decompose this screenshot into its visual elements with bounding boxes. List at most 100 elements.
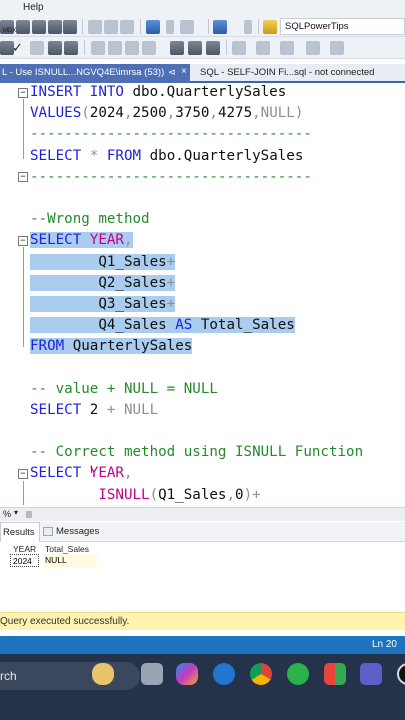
code-line: SELECT 2 + NULL	[30, 400, 363, 421]
windows-taskbar: rch	[0, 654, 405, 720]
solution-icon[interactable]	[213, 20, 227, 34]
redo-icon[interactable]	[180, 20, 194, 34]
text-cursor-icon: I	[90, 464, 94, 476]
pin-icon[interactable]: ⊲	[168, 67, 176, 78]
code-token: Q2_Sales	[30, 274, 167, 291]
undo-dropdown-icon[interactable]	[166, 20, 174, 34]
code-token: ,	[123, 465, 133, 482]
specify-values-icon[interactable]	[306, 41, 320, 55]
code-token: +	[166, 253, 176, 270]
tab-results[interactable]: Results	[0, 522, 40, 542]
menu-help[interactable]: Help	[23, 2, 44, 13]
quickbooks-icon[interactable]	[287, 663, 309, 685]
app-icon[interactable]	[324, 663, 346, 685]
code-token: SELECT	[30, 401, 90, 418]
dax-query-icon[interactable]	[63, 20, 77, 34]
code-token: Q3_Sales	[30, 295, 167, 312]
tab-messages[interactable]: Messages	[56, 526, 99, 537]
fold-toggle-icon[interactable]: −	[18, 88, 28, 98]
parse-checkmark-icon[interactable]: ✓	[12, 40, 23, 56]
xmla-query-icon[interactable]	[48, 20, 62, 34]
line-number: Ln 20	[371, 639, 397, 650]
code-line: -- Correct method using ISNULL Function	[30, 442, 363, 463]
file-results-icon[interactable]	[206, 41, 220, 55]
app-status-bar: Ln 20	[0, 636, 405, 654]
chrome-icon[interactable]	[250, 663, 272, 685]
code-token: -- value + NULL = NULL	[30, 380, 218, 397]
fold-toggle-icon[interactable]: −	[18, 172, 28, 182]
show-plan-icon[interactable]	[91, 41, 105, 55]
code-line: --Wrong method	[30, 209, 363, 230]
teams-icon[interactable]	[360, 663, 382, 685]
zoom-dropdown-icon[interactable]: ▾	[14, 508, 18, 517]
code-token: ,	[252, 105, 261, 122]
code-token: )	[294, 105, 304, 122]
code-token: INSERT INTO	[30, 85, 133, 100]
toolbar-overflow-icon[interactable]	[330, 41, 344, 55]
increase-indent-icon[interactable]	[280, 41, 294, 55]
sql-code: INSERT INTO dbo.QuarterlySales VALUES(202…	[30, 85, 363, 505]
copilot-icon[interactable]	[176, 663, 198, 685]
query-options-icon[interactable]	[142, 41, 156, 55]
results-to-text-icon[interactable]	[64, 41, 78, 55]
code-line: ---------------------------------	[30, 167, 363, 188]
code-token: +	[106, 401, 124, 418]
results-to-grid-icon[interactable]	[48, 41, 62, 55]
scroll-left-icon[interactable]	[26, 511, 32, 518]
code-token: (	[81, 105, 90, 122]
tab-active-query[interactable]: L - Use ISNULL...NGVQ4E\imrsa (53)) ⊲ ×	[0, 64, 190, 83]
zoom-level[interactable]: %	[3, 509, 11, 519]
cell-total-sales[interactable]: NULL	[43, 554, 97, 567]
app-overflow-icon[interactable]	[397, 663, 405, 685]
copy-icon[interactable]	[104, 20, 118, 34]
include-plan-icon[interactable]	[108, 41, 122, 55]
edge-icon[interactable]	[213, 663, 235, 685]
cell-year[interactable]: 2024	[10, 554, 39, 567]
editor-gutter	[0, 85, 14, 505]
cut-icon[interactable]	[88, 20, 102, 34]
code-token: 2500	[132, 105, 167, 122]
find-input[interactable]: SQLPowerTips	[280, 18, 405, 35]
config-dropdown-icon[interactable]	[244, 20, 252, 34]
code-token: YEAR	[89, 465, 124, 482]
comment-icon[interactable]	[232, 41, 246, 55]
column-header-year[interactable]: YEAR	[13, 544, 36, 554]
query-editor[interactable]: − − − − INSERT INTO dbo.QuarterlySales VA…	[0, 85, 405, 505]
code-line: -- value + NULL = NULL	[30, 379, 363, 400]
code-token: Total_Sales	[200, 317, 295, 334]
mdx-query-icon[interactable]	[16, 20, 30, 34]
decrease-indent-icon[interactable]	[256, 41, 270, 55]
code-token: dbo.QuarterlySales	[149, 147, 304, 164]
search-highlight-icon[interactable]	[92, 663, 114, 685]
undo-icon[interactable]	[146, 20, 160, 34]
paste-icon[interactable]	[120, 20, 134, 34]
text-results-icon[interactable]	[188, 41, 202, 55]
code-line: SELECT * FROM dbo.QuarterlySales	[30, 146, 363, 167]
code-line: SELECT YEAR,	[30, 230, 363, 251]
code-line: VALUES(2024,2500,3750,4275,NULL)	[30, 103, 363, 124]
column-header-total-sales[interactable]: Total_Sales	[45, 544, 89, 554]
taskbar-search-text: rch	[0, 669, 17, 683]
close-tab-icon[interactable]: ×	[181, 66, 187, 77]
taskbar-search[interactable]: rch	[0, 662, 140, 690]
code-token: NULL	[260, 105, 295, 122]
toolbar-row-2: ✓	[0, 37, 405, 59]
fold-toggle-icon[interactable]: −	[18, 236, 28, 246]
tab-active-title: L - Use ISNULL...NGVQ4E\imrsa (53))	[2, 67, 165, 78]
client-stats-icon[interactable]	[125, 41, 139, 55]
tab-self-join[interactable]: SQL - SELF-JOIN Fi...sql - not connected	[200, 67, 374, 78]
code-token: 2024	[89, 105, 124, 122]
results-tabs: Results Messages	[0, 522, 405, 542]
find-icon[interactable]	[263, 20, 277, 34]
cancel-query-icon[interactable]	[30, 41, 44, 55]
code-token: ,	[226, 486, 236, 503]
code-line: ---------------------------------	[30, 124, 363, 145]
toolbar-row-1: MDX SQLPowerTips	[0, 16, 405, 37]
code-token: VALUES	[30, 105, 82, 122]
dmx-query-icon[interactable]	[32, 20, 46, 34]
fold-toggle-icon[interactable]: −	[18, 469, 28, 479]
grid-results-icon[interactable]	[170, 41, 184, 55]
task-view-icon[interactable]	[141, 663, 163, 685]
